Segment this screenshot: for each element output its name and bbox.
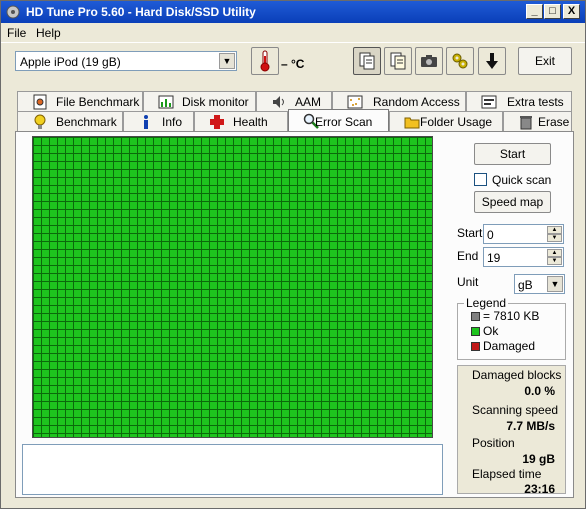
thermometer-icon bbox=[260, 50, 270, 72]
error-scan-panel: Start Quick scan Speed map Start 0 ▲ ▼ E… bbox=[15, 131, 574, 498]
legend-title: Legend bbox=[464, 296, 509, 310]
damaged-swatch bbox=[471, 342, 480, 351]
tab-extra-tests[interactable]: Extra tests bbox=[466, 91, 572, 111]
quick-scan-label: Quick scan bbox=[492, 173, 552, 187]
screenshot-button[interactable] bbox=[415, 47, 443, 75]
start-field-label: Start bbox=[457, 226, 483, 240]
app-window: HD Tune Pro 5.60 - Hard Disk/SSD Utility… bbox=[0, 0, 586, 509]
arrow-down-icon bbox=[486, 53, 498, 69]
close-button[interactable]: X bbox=[563, 4, 580, 19]
spinner-up-icon[interactable]: ▲ bbox=[547, 249, 562, 257]
block-size-swatch bbox=[471, 312, 480, 321]
tab-label: File Benchmark bbox=[56, 95, 140, 109]
tab-row-1: File Benchmark Disk monitor AAM Random A… bbox=[17, 91, 572, 111]
chevron-down-icon[interactable]: ▼ bbox=[219, 53, 235, 69]
screenshot-camera-icon bbox=[421, 55, 437, 67]
tab-health[interactable]: Health bbox=[194, 111, 288, 131]
unit-select[interactable]: gB ▼ bbox=[514, 274, 565, 294]
temperature-button[interactable] bbox=[251, 47, 279, 75]
menu-help[interactable]: Help bbox=[36, 26, 61, 40]
end-spinner[interactable]: 19 ▲ ▼ bbox=[483, 247, 564, 267]
copy-info-icon bbox=[359, 52, 375, 70]
position-value: 19 gB bbox=[522, 452, 555, 466]
tab-info[interactable]: Info bbox=[123, 111, 194, 131]
tab-erase[interactable]: Erase bbox=[503, 111, 572, 131]
tab-label: AAM bbox=[295, 95, 322, 109]
start-button[interactable]: Start bbox=[474, 143, 551, 165]
ok-swatch bbox=[471, 327, 480, 336]
extra-tests-icon bbox=[481, 95, 497, 109]
menu-bar: File Help bbox=[1, 23, 585, 42]
tab-disk-monitor[interactable]: Disk monitor bbox=[143, 91, 256, 111]
unit-label: Unit bbox=[457, 275, 479, 289]
quick-scan-checkbox[interactable] bbox=[474, 173, 487, 186]
random-access-icon bbox=[347, 95, 363, 109]
scan-statistics: Damaged blocks 0.0 % Scanning speed 7.7 … bbox=[457, 365, 566, 496]
spinner-down-icon[interactable]: ▼ bbox=[547, 257, 562, 265]
temperature-readout: – °C bbox=[281, 57, 305, 71]
tab-aam[interactable]: AAM bbox=[256, 91, 332, 111]
title-bar[interactable]: HD Tune Pro 5.60 - Hard Disk/SSD Utility… bbox=[1, 1, 585, 23]
elapsed-time-value: 23:16 bbox=[524, 482, 555, 496]
elapsed-time-label: Elapsed time bbox=[472, 467, 542, 481]
tab-label: Error Scan bbox=[315, 115, 373, 129]
unit-value: gB bbox=[518, 278, 533, 292]
damaged-blocks-value: 0.0 % bbox=[524, 384, 555, 398]
scanning-speed-value: 7.7 MB/s bbox=[506, 419, 555, 433]
tab-label: Erase bbox=[538, 115, 570, 129]
copy-all-button[interactable] bbox=[384, 47, 412, 75]
block-size-text: = 7810 KB bbox=[483, 309, 540, 323]
file-benchmark-icon bbox=[33, 94, 47, 110]
error-scan-block-map bbox=[32, 136, 433, 438]
tab-label: Extra tests bbox=[507, 95, 564, 109]
window-title: HD Tune Pro 5.60 - Hard Disk/SSD Utility bbox=[26, 5, 256, 19]
minimize-button[interactable]: _ bbox=[526, 4, 543, 19]
options-button[interactable] bbox=[446, 47, 474, 75]
ok-text: Ok bbox=[483, 324, 499, 338]
tab-folder-usage[interactable]: Folder Usage bbox=[389, 111, 503, 131]
tab-error-scan[interactable]: Error Scan bbox=[288, 109, 389, 131]
lightbulb-icon bbox=[34, 114, 46, 129]
start-value: 0 bbox=[487, 228, 494, 242]
tab-label: Info bbox=[162, 115, 183, 129]
tab-label: Health bbox=[233, 115, 268, 129]
end-value: 19 bbox=[487, 251, 501, 265]
position-label: Position bbox=[472, 436, 515, 450]
copy-all-icon bbox=[390, 52, 406, 70]
copy-info-button[interactable] bbox=[353, 47, 381, 75]
tab-label: Disk monitor bbox=[182, 95, 249, 109]
tab-label: Folder Usage bbox=[420, 115, 493, 129]
drive-select-value: Apple iPod (19 gB) bbox=[20, 55, 121, 69]
exit-button[interactable]: Exit bbox=[518, 47, 572, 75]
scanning-speed-label: Scanning speed bbox=[472, 403, 559, 417]
drive-select[interactable]: Apple iPod (19 gB) ▼ bbox=[15, 51, 237, 71]
health-options-icon bbox=[452, 53, 468, 69]
scan-log-box[interactable] bbox=[22, 444, 443, 495]
save-button[interactable] bbox=[478, 47, 506, 75]
folder-icon bbox=[404, 117, 420, 129]
spinner-down-icon[interactable]: ▼ bbox=[547, 234, 562, 242]
tab-random-access[interactable]: Random Access bbox=[332, 91, 466, 111]
spinner-up-icon[interactable]: ▲ bbox=[547, 226, 562, 234]
start-spinner[interactable]: 0 ▲ ▼ bbox=[483, 224, 564, 244]
end-field-label: End bbox=[457, 249, 479, 263]
health-cross-icon bbox=[210, 115, 224, 129]
maximize-button[interactable]: □ bbox=[544, 4, 561, 19]
info-icon bbox=[144, 115, 148, 129]
tab-file-benchmark[interactable]: File Benchmark bbox=[17, 91, 143, 111]
tab-row-2: Benchmark Info Health Error Scan Folder … bbox=[17, 109, 572, 131]
damaged-blocks-label: Damaged blocks bbox=[472, 368, 562, 382]
disk-monitor-icon bbox=[158, 95, 174, 109]
trash-icon bbox=[520, 116, 532, 130]
tab-label: Benchmark bbox=[56, 115, 117, 129]
speed-map-button[interactable]: Speed map bbox=[474, 191, 551, 213]
menu-file[interactable]: File bbox=[7, 26, 26, 40]
damaged-text: Damaged bbox=[483, 339, 536, 353]
speaker-icon bbox=[273, 96, 284, 108]
hd-tune-app-icon bbox=[6, 5, 20, 19]
tab-benchmark[interactable]: Benchmark bbox=[17, 111, 123, 131]
tab-label: Random Access bbox=[373, 95, 460, 109]
toolbar: Apple iPod (19 gB) ▼ – °C Exit bbox=[1, 42, 585, 84]
chevron-down-icon[interactable]: ▼ bbox=[547, 276, 563, 292]
